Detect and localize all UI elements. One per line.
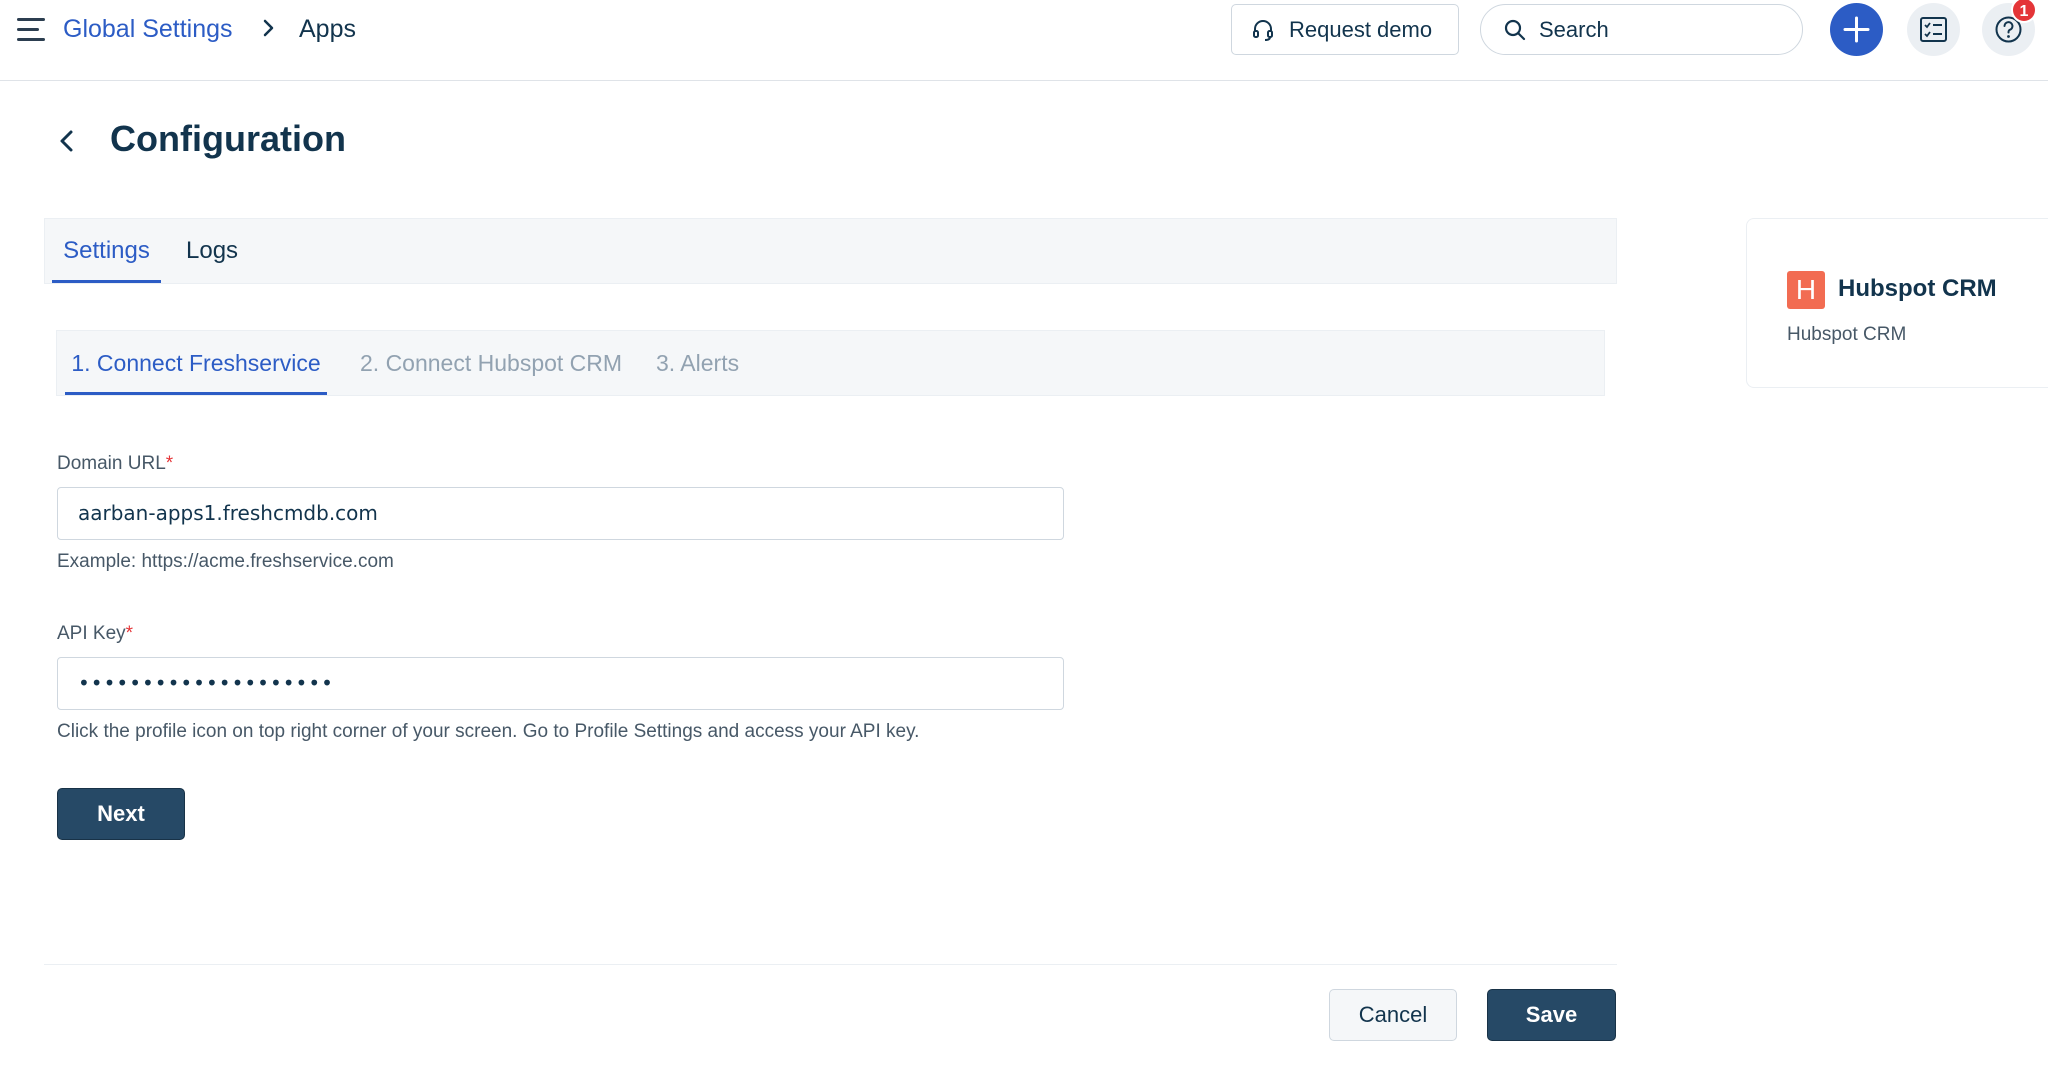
step-alerts[interactable]: 3. Alerts (656, 331, 739, 395)
request-demo-button[interactable]: Request demo (1231, 4, 1459, 55)
api-key-label: API Key* (57, 623, 133, 645)
save-button[interactable]: Save (1487, 989, 1616, 1041)
api-key-label-text: API Key (57, 623, 126, 644)
search-placeholder: Search (1539, 16, 1609, 42)
required-mark: * (165, 453, 174, 474)
page-title: Configuration (110, 118, 346, 159)
next-button[interactable]: Next (57, 788, 185, 840)
domain-url-label-text: Domain URL (57, 453, 166, 474)
breadcrumb-apps: Apps (299, 15, 356, 43)
domain-url-label: Domain URL* (57, 453, 173, 475)
breadcrumb-global-settings[interactable]: Global Settings (63, 15, 233, 44)
request-demo-label: Request demo (1289, 16, 1433, 42)
back-arrow-icon[interactable] (55, 126, 79, 156)
todo-list-button[interactable] (1907, 3, 1960, 56)
hubspot-logo-icon: H (1787, 271, 1825, 309)
plus-icon (1843, 16, 1870, 43)
required-mark: * (125, 623, 134, 644)
api-key-input[interactable]: •••••••••••••••••••• (57, 657, 1064, 710)
domain-url-hint: Example: https://acme.freshservice.com (57, 551, 394, 572)
tab-logs[interactable]: Logs (186, 219, 238, 283)
setup-steps: 1. Connect Freshservice 2. Connect Hubsp… (56, 330, 1605, 396)
chevron-right-icon (263, 19, 274, 37)
new-item-button[interactable] (1830, 3, 1883, 56)
step-connect-freshservice[interactable]: 1. Connect Freshservice (65, 331, 327, 395)
tab-settings[interactable]: Settings (52, 219, 161, 283)
config-tabs: Settings Logs (44, 218, 1617, 284)
search-icon (1504, 19, 1526, 40)
headset-icon (1253, 19, 1273, 41)
app-subtitle: Hubspot CRM (1787, 324, 1907, 345)
checklist-icon (1920, 17, 1947, 42)
app-name: Hubspot CRM (1838, 275, 1997, 302)
api-key-hint: Click the profile icon on top right corn… (57, 721, 920, 742)
step-connect-hubspot[interactable]: 2. Connect Hubspot CRM (360, 331, 622, 395)
footer-divider (44, 964, 1617, 965)
domain-url-input[interactable]: aarban-apps1.freshcmdb.com (57, 487, 1064, 540)
search-input[interactable]: Search (1480, 4, 1803, 55)
cancel-button[interactable]: Cancel (1329, 989, 1457, 1041)
menu-icon[interactable] (17, 18, 45, 42)
app-info-card: H Hubspot CRM Hubspot CRM (1746, 218, 2048, 388)
top-bar: Global Settings Apps Request demo Search (0, 0, 2048, 81)
